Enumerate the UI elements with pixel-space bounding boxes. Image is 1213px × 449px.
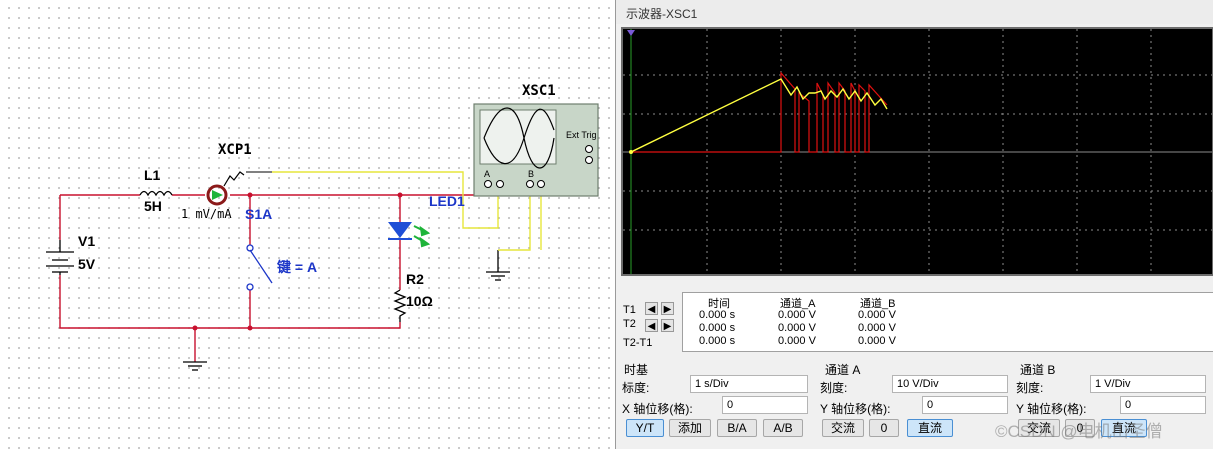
t2-label: T2 <box>623 318 636 330</box>
ext-trig-label: Ext Trig <box>566 130 597 140</box>
schematic-canvas[interactable]: XSC1 XCP1 1 mV/mA L1 5H V1 5V S1A 键 = A … <box>0 0 615 449</box>
t2-t1-channel-a: 0.000 V <box>778 335 816 347</box>
r2-label: R2 <box>406 271 424 287</box>
timebase-title: 时基 <box>624 363 649 377</box>
v1-value: 5V <box>78 256 96 272</box>
t1-right-arrow-icon[interactable]: ▶ <box>661 302 674 315</box>
xcp1-label: XCP1 <box>218 142 252 158</box>
terminal-a-label: A <box>484 169 491 179</box>
t1-channel-b: 0.000 V <box>858 309 896 321</box>
window-titlebar[interactable]: 示波器-XSC1 <box>616 0 1213 24</box>
timebase-scale-label: 标度: <box>622 381 650 395</box>
t1-left-arrow-icon[interactable]: ◀ <box>645 302 658 315</box>
yt-button[interactable]: Y/T <box>626 419 664 437</box>
channel-b-title: 通道 B <box>1020 363 1056 377</box>
channel-a-zero-button[interactable]: 0 <box>869 419 899 437</box>
oscilloscope-icon <box>473 103 599 197</box>
x-offset-label: X 轴位移(格): <box>622 402 693 416</box>
t2-time: 0.000 s <box>699 322 736 334</box>
b-over-a-button[interactable]: B/A <box>717 419 757 437</box>
led-icon <box>388 222 431 248</box>
inductor-l1 <box>139 190 173 197</box>
waveform-plot <box>623 29 1212 274</box>
channel-b-y-offset-label: Y 轴位移(格): <box>1016 402 1087 416</box>
add-button[interactable]: 添加 <box>669 419 711 437</box>
ground-icon <box>183 250 510 371</box>
watermark-text: ©CSDN @电机山圣僧 <box>995 422 1163 441</box>
v1-label: V1 <box>78 233 96 249</box>
t2-t1-channel-b: 0.000 V <box>858 335 896 347</box>
xsc1-label: XSC1 <box>522 83 556 99</box>
a-over-b-button[interactable]: A/B <box>763 419 803 437</box>
t1-time: 0.000 s <box>699 309 736 321</box>
t1-channel-a: 0.000 V <box>778 309 816 321</box>
channel-a-scale-label: 刻度: <box>820 381 848 395</box>
t2-t1-label: T2-T1 <box>623 337 653 349</box>
l1-label: L1 <box>144 167 161 183</box>
t1-label: T1 <box>623 304 636 316</box>
t2-left-arrow-icon[interactable]: ◀ <box>645 319 658 332</box>
channel-a-dc-button[interactable]: 直流 <box>907 419 953 437</box>
channel-a-y-offset-label: Y 轴位移(格): <box>820 402 891 416</box>
t2-channel-b: 0.000 V <box>858 322 896 334</box>
channel-a-ac-button[interactable]: 交流 <box>822 419 864 437</box>
channel-b-scale-field[interactable]: 1 V/Div <box>1090 375 1206 393</box>
l1-value: 5H <box>144 198 162 214</box>
x-offset-field[interactable]: 0 <box>722 396 808 414</box>
readout-table: 时间 通道_A 通道_B 0.000 s 0.000 V 0.000 V 0.0… <box>682 292 1213 352</box>
circuit-diagram <box>46 103 599 371</box>
channel-b-y-offset-field[interactable]: 0 <box>1120 396 1206 414</box>
switch-s1a <box>246 244 273 291</box>
oscilloscope-window[interactable]: 示波器-XSC1 T1 ◀ ▶ T2 ◀ ▶ T2-T1 时间 通道_A 通道_… <box>615 0 1213 449</box>
terminal-b-label: B <box>528 169 535 179</box>
channel-a-scale-field[interactable]: 10 V/Div <box>892 375 1008 393</box>
s1-key-label: 键 = A <box>277 259 318 275</box>
channel-a-y-offset-field[interactable]: 0 <box>922 396 1008 414</box>
channel-b-scale-label: 刻度: <box>1016 381 1044 395</box>
current-probe-icon <box>206 171 272 206</box>
s1-label: S1A <box>245 206 273 222</box>
window-title: 示波器-XSC1 <box>626 7 698 21</box>
battery-v1 <box>46 240 74 275</box>
r2-value: 10Ω <box>406 293 433 309</box>
channel-a-title: 通道 A <box>825 363 861 377</box>
xcp1-value: 1 mV/mA <box>181 207 232 221</box>
scope-display[interactable] <box>621 27 1213 276</box>
trace-channel-a <box>630 78 888 153</box>
led-label: LED1 <box>429 193 465 209</box>
timebase-scale-field[interactable]: 1 s/Div <box>690 375 808 393</box>
cursor-readout: T1 ◀ ▶ T2 ◀ ▶ T2-T1 时间 通道_A 通道_B 0.000 s… <box>621 292 1213 354</box>
t2-channel-a: 0.000 V <box>778 322 816 334</box>
t2-t1-time: 0.000 s <box>699 335 736 347</box>
resistor-r2 <box>393 289 407 322</box>
trace-channel-b <box>631 71 888 153</box>
t2-right-arrow-icon[interactable]: ▶ <box>661 319 674 332</box>
